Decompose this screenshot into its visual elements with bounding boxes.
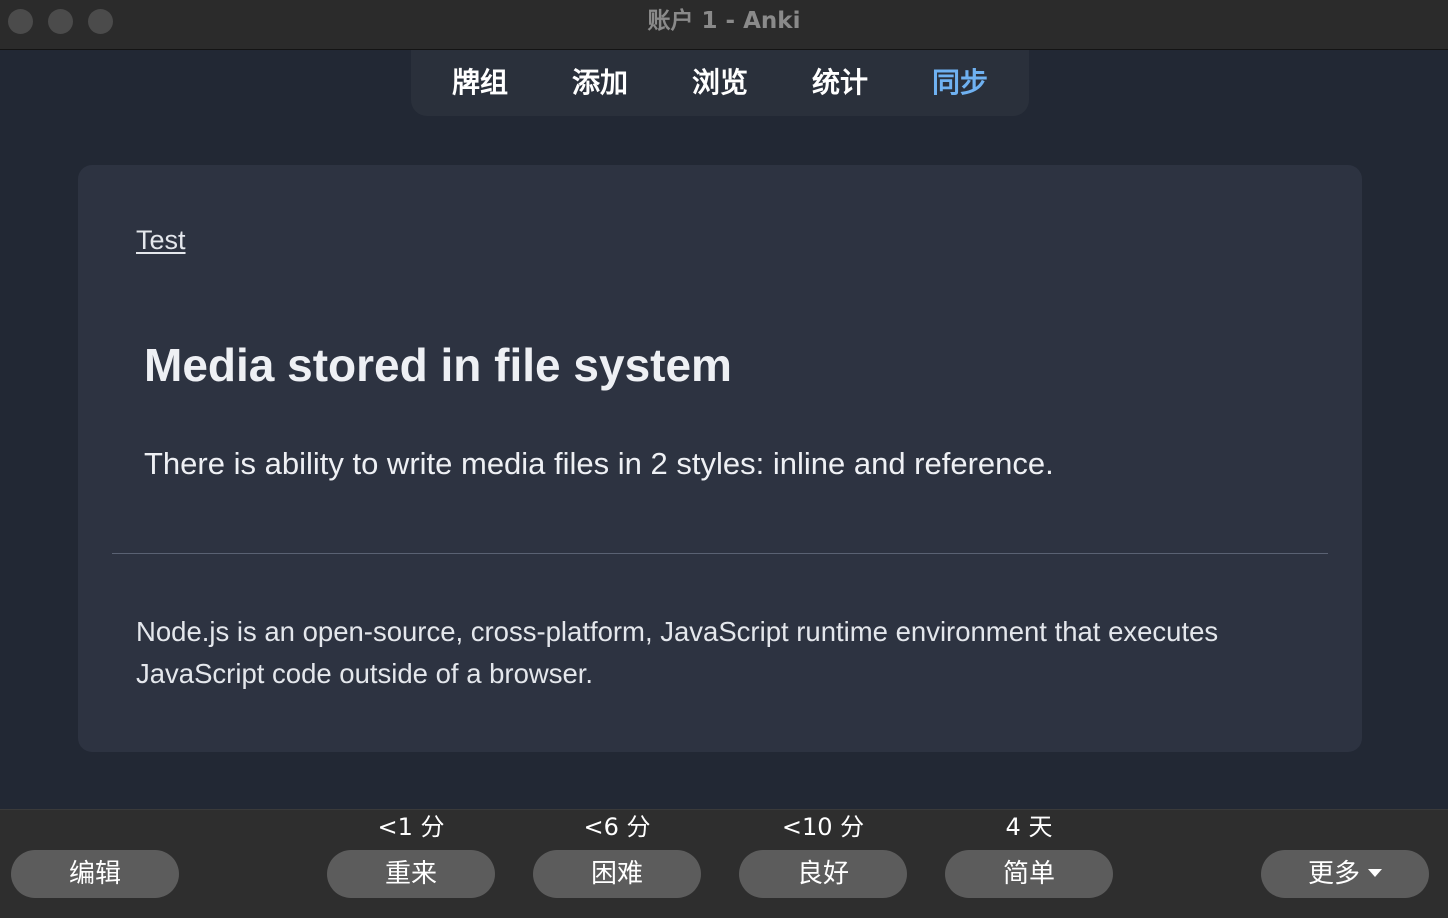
deck-link[interactable]: Test — [136, 225, 186, 256]
again-button[interactable]: 重来 — [327, 850, 495, 898]
easy-button[interactable]: 简单 — [945, 850, 1113, 898]
window-title: 账户 1 - Anki — [647, 8, 801, 34]
good-interval: <10 分 — [781, 813, 865, 841]
edit-button[interactable]: 编辑 — [11, 850, 179, 898]
easy-interval: 4 天 — [1005, 813, 1053, 841]
hard-interval: <6 分 — [583, 813, 651, 841]
nav-browse[interactable]: 浏览 — [660, 63, 780, 103]
answer-divider — [112, 553, 1328, 554]
nav-add[interactable]: 添加 — [540, 63, 660, 103]
hard-button[interactable]: 困难 — [533, 850, 701, 898]
review-card: Test Media stored in file system There i… — [78, 165, 1362, 752]
more-button[interactable]: 更多 — [1261, 850, 1429, 898]
nav-decks[interactable]: 牌组 — [420, 63, 540, 103]
top-navigation: 牌组 添加 浏览 统计 同步 — [411, 50, 1029, 116]
card-question-text: There is ability to write media files in… — [144, 446, 1054, 481]
title-bar: 账户 1 - Anki — [0, 0, 1448, 50]
caret-down-icon — [1368, 868, 1382, 877]
good-button[interactable]: 良好 — [739, 850, 907, 898]
again-interval: <1 分 — [377, 813, 445, 841]
nav-stats[interactable]: 统计 — [780, 63, 900, 103]
more-button-label: 更多 — [1307, 859, 1360, 889]
nav-sync[interactable]: 同步 — [900, 63, 1020, 103]
review-bottom-bar: 编辑 <1 分 重来 <6 分 困难 <10 分 良好 4 天 简单 更多 — [0, 809, 1448, 918]
card-heading: Media stored in file system — [144, 339, 732, 391]
card-answer-text: Node.js is an open-source, cross-platfor… — [136, 616, 1219, 689]
anki-window: 账户 1 - Anki 牌组 添加 浏览 统计 同步 Test Media st… — [0, 0, 1448, 918]
